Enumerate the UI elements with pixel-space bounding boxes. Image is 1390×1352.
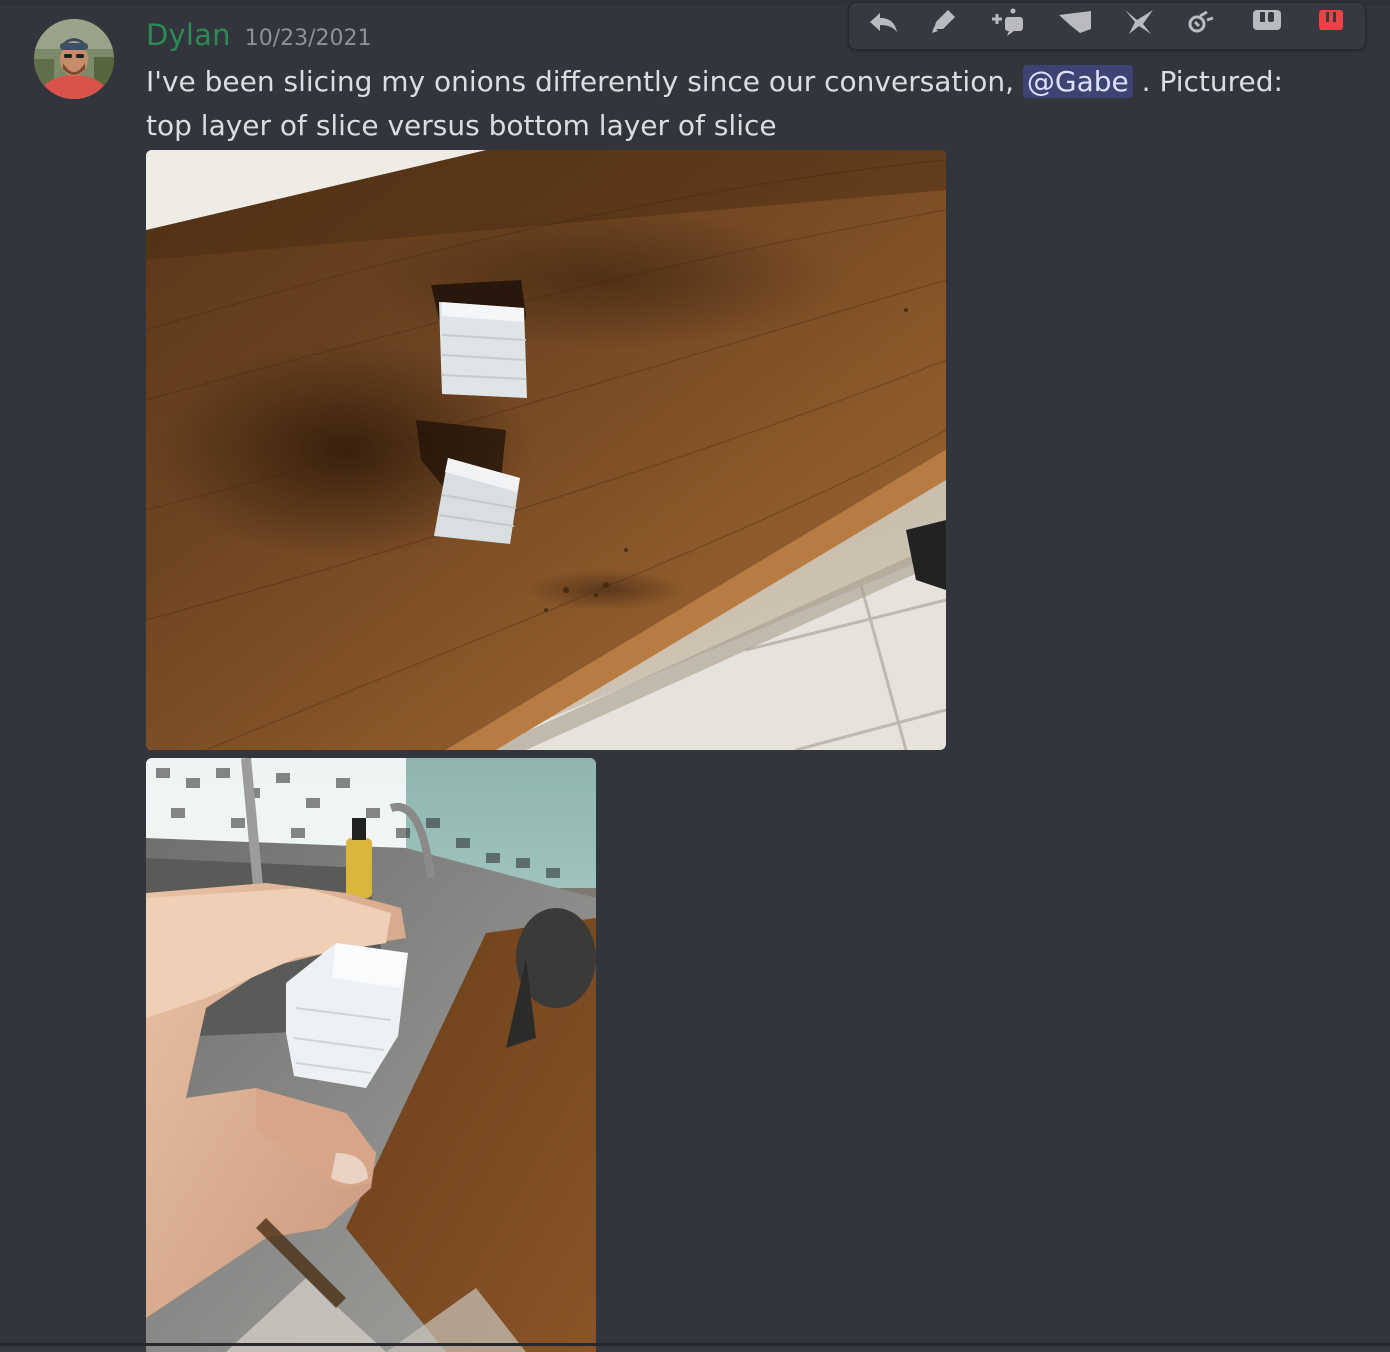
message-text: I've been slicing my onions differently …: [146, 65, 1023, 98]
thread-icon[interactable]: [1181, 7, 1225, 37]
avatar[interactable]: [34, 19, 114, 99]
message-actions-toolbar: [848, 2, 1366, 50]
forward-icon[interactable]: [1053, 7, 1097, 37]
username[interactable]: Dylan: [146, 18, 231, 52]
mark-icon[interactable]: [1245, 7, 1289, 37]
onion-slices-photo: [146, 150, 946, 750]
edit-icon[interactable]: [921, 7, 965, 37]
hand-holding-onion-photo: [146, 758, 596, 1352]
delete-icon[interactable]: [1309, 7, 1353, 37]
message-content: I've been slicing my onions differently …: [146, 60, 1326, 148]
message-header: Dylan 10/23/2021: [146, 18, 372, 54]
pin-icon[interactable]: [1117, 7, 1161, 37]
avatar-image: [34, 19, 114, 99]
message: Dylan 10/23/2021 I've been slicing my on…: [0, 2, 1390, 1352]
timestamp[interactable]: 10/23/2021: [245, 26, 372, 51]
image-attachment-hand-holding-onion[interactable]: [146, 758, 596, 1352]
user-mention[interactable]: @Gabe: [1022, 65, 1133, 98]
reply-icon[interactable]: [861, 7, 905, 37]
image-attachment-onion-slices-on-board[interactable]: [146, 150, 946, 750]
add-reaction-icon[interactable]: [987, 7, 1031, 37]
